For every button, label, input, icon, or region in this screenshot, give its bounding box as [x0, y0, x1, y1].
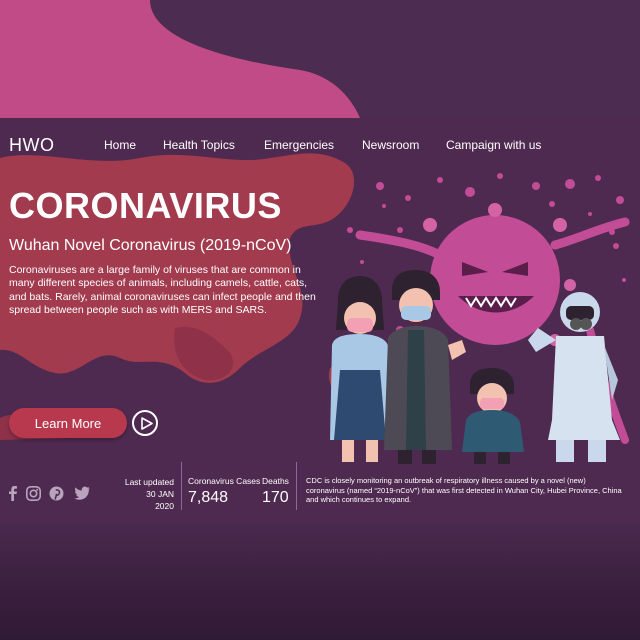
- nav-item-newsroom[interactable]: Newsroom: [362, 138, 419, 152]
- deaths-label: Deaths: [262, 476, 289, 486]
- top-pink-wave: [0, 0, 360, 118]
- twitter-icon[interactable]: [74, 486, 90, 502]
- top-background: [0, 0, 640, 130]
- virus-family-illustration: [330, 173, 630, 464]
- nav-item-health-topics[interactable]: Health Topics: [163, 138, 235, 152]
- pinterest-icon[interactable]: [49, 486, 64, 502]
- bottom-background: [0, 520, 640, 640]
- child-figure: [462, 368, 524, 464]
- play-video-button[interactable]: [132, 410, 158, 436]
- play-icon: [141, 417, 153, 430]
- deaths-value: 170: [262, 489, 289, 506]
- hero-description: Coronaviruses are a large family of viru…: [9, 264, 316, 317]
- last-updated-label: Last updated: [124, 477, 174, 487]
- cases-label: Coronavirus Cases: [188, 476, 261, 486]
- instagram-icon[interactable]: [26, 486, 41, 502]
- page-subtitle: Wuhan Novel Coronavirus (2019-nCoV): [9, 237, 292, 254]
- cases-value: 7,848: [188, 489, 229, 506]
- nav-item-campaign[interactable]: Campaign with us: [446, 138, 541, 152]
- woman-figure: [330, 276, 392, 462]
- cases-block: Coronavirus Cases 7,848: [188, 476, 260, 507]
- notice-divider: [296, 462, 297, 510]
- last-updated-block: Last updated 30 JAN 2020: [122, 476, 174, 512]
- site-logo[interactable]: HWO: [9, 135, 55, 156]
- deaths-block: Deaths 170: [262, 476, 289, 507]
- stats-divider: [181, 462, 182, 510]
- nav-item-home[interactable]: Home: [104, 138, 136, 152]
- page-title: CORONAVIRUS: [9, 185, 282, 226]
- last-updated-year: 2020: [155, 501, 174, 511]
- nav-item-emergencies[interactable]: Emergencies: [264, 138, 334, 152]
- last-updated-date: 30 JAN: [146, 489, 174, 499]
- facebook-icon[interactable]: [8, 486, 17, 502]
- top-navigation: HWO Home Health Topics Emergencies Newsr…: [0, 135, 640, 157]
- learn-more-button[interactable]: Learn More: [9, 408, 127, 438]
- cdc-notice: CDC is closely monitoring an outbreak of…: [306, 476, 622, 505]
